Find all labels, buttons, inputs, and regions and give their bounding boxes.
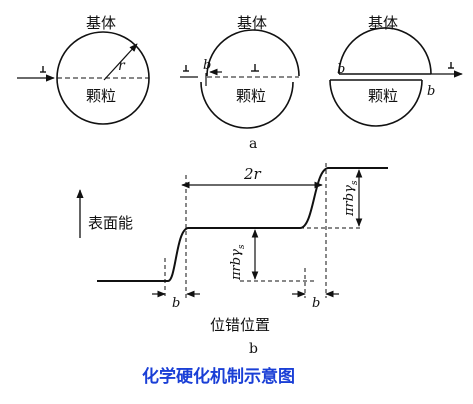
dislocation-symbol-inside bbox=[251, 64, 259, 72]
lower-step-label: πrbγs bbox=[229, 244, 247, 281]
circle-diagram-1: r 基体 颗粒 bbox=[17, 14, 150, 125]
particle-label: 颗粒 bbox=[236, 87, 266, 105]
dislocation-symbol bbox=[40, 66, 46, 73]
chemical-hardening-figure: r 基体 颗粒 b 基体 颗粒 b b 基体 颗粒 a 表面能 2r πrbγs… bbox=[17, 14, 463, 387]
radius-label: r bbox=[118, 58, 126, 74]
b-label: b bbox=[203, 58, 211, 73]
matrix-label: 基体 bbox=[368, 14, 398, 32]
panel-b-label: b bbox=[249, 341, 258, 357]
upper-step-label: πrbγs bbox=[342, 180, 360, 217]
dislocation-symbol-left bbox=[183, 65, 189, 72]
energy-axis-label: 表面能 bbox=[88, 214, 133, 232]
circle-diagram-2: b 基体 颗粒 bbox=[180, 14, 300, 129]
matrix-label: 基体 bbox=[237, 14, 267, 32]
figure-caption: 化学硬化机制示意图 bbox=[142, 366, 295, 387]
particle-label: 颗粒 bbox=[368, 87, 398, 105]
particle-label: 颗粒 bbox=[86, 87, 116, 105]
b-right-label: b bbox=[312, 296, 320, 311]
panel-b: 表面能 2r πrbγs πrbγs b b 位错位置 b bbox=[76, 163, 388, 357]
particle-upper-arc bbox=[206, 29, 300, 77]
span-2r-label: 2r bbox=[243, 165, 262, 183]
b-left-label: b bbox=[172, 296, 180, 311]
dislocation-symbol bbox=[448, 62, 454, 69]
b-left-label: b bbox=[337, 62, 345, 77]
panel-a-label: a bbox=[249, 136, 257, 152]
b-right-label: b bbox=[427, 84, 435, 99]
dislocation-position-label: 位错位置 bbox=[210, 316, 270, 334]
matrix-label: 基体 bbox=[86, 14, 116, 32]
panel-a: r 基体 颗粒 b 基体 颗粒 b b 基体 颗粒 a bbox=[17, 14, 463, 152]
circle-diagram-3: b b 基体 颗粒 bbox=[329, 14, 463, 127]
particle-upper-half bbox=[338, 27, 432, 75]
